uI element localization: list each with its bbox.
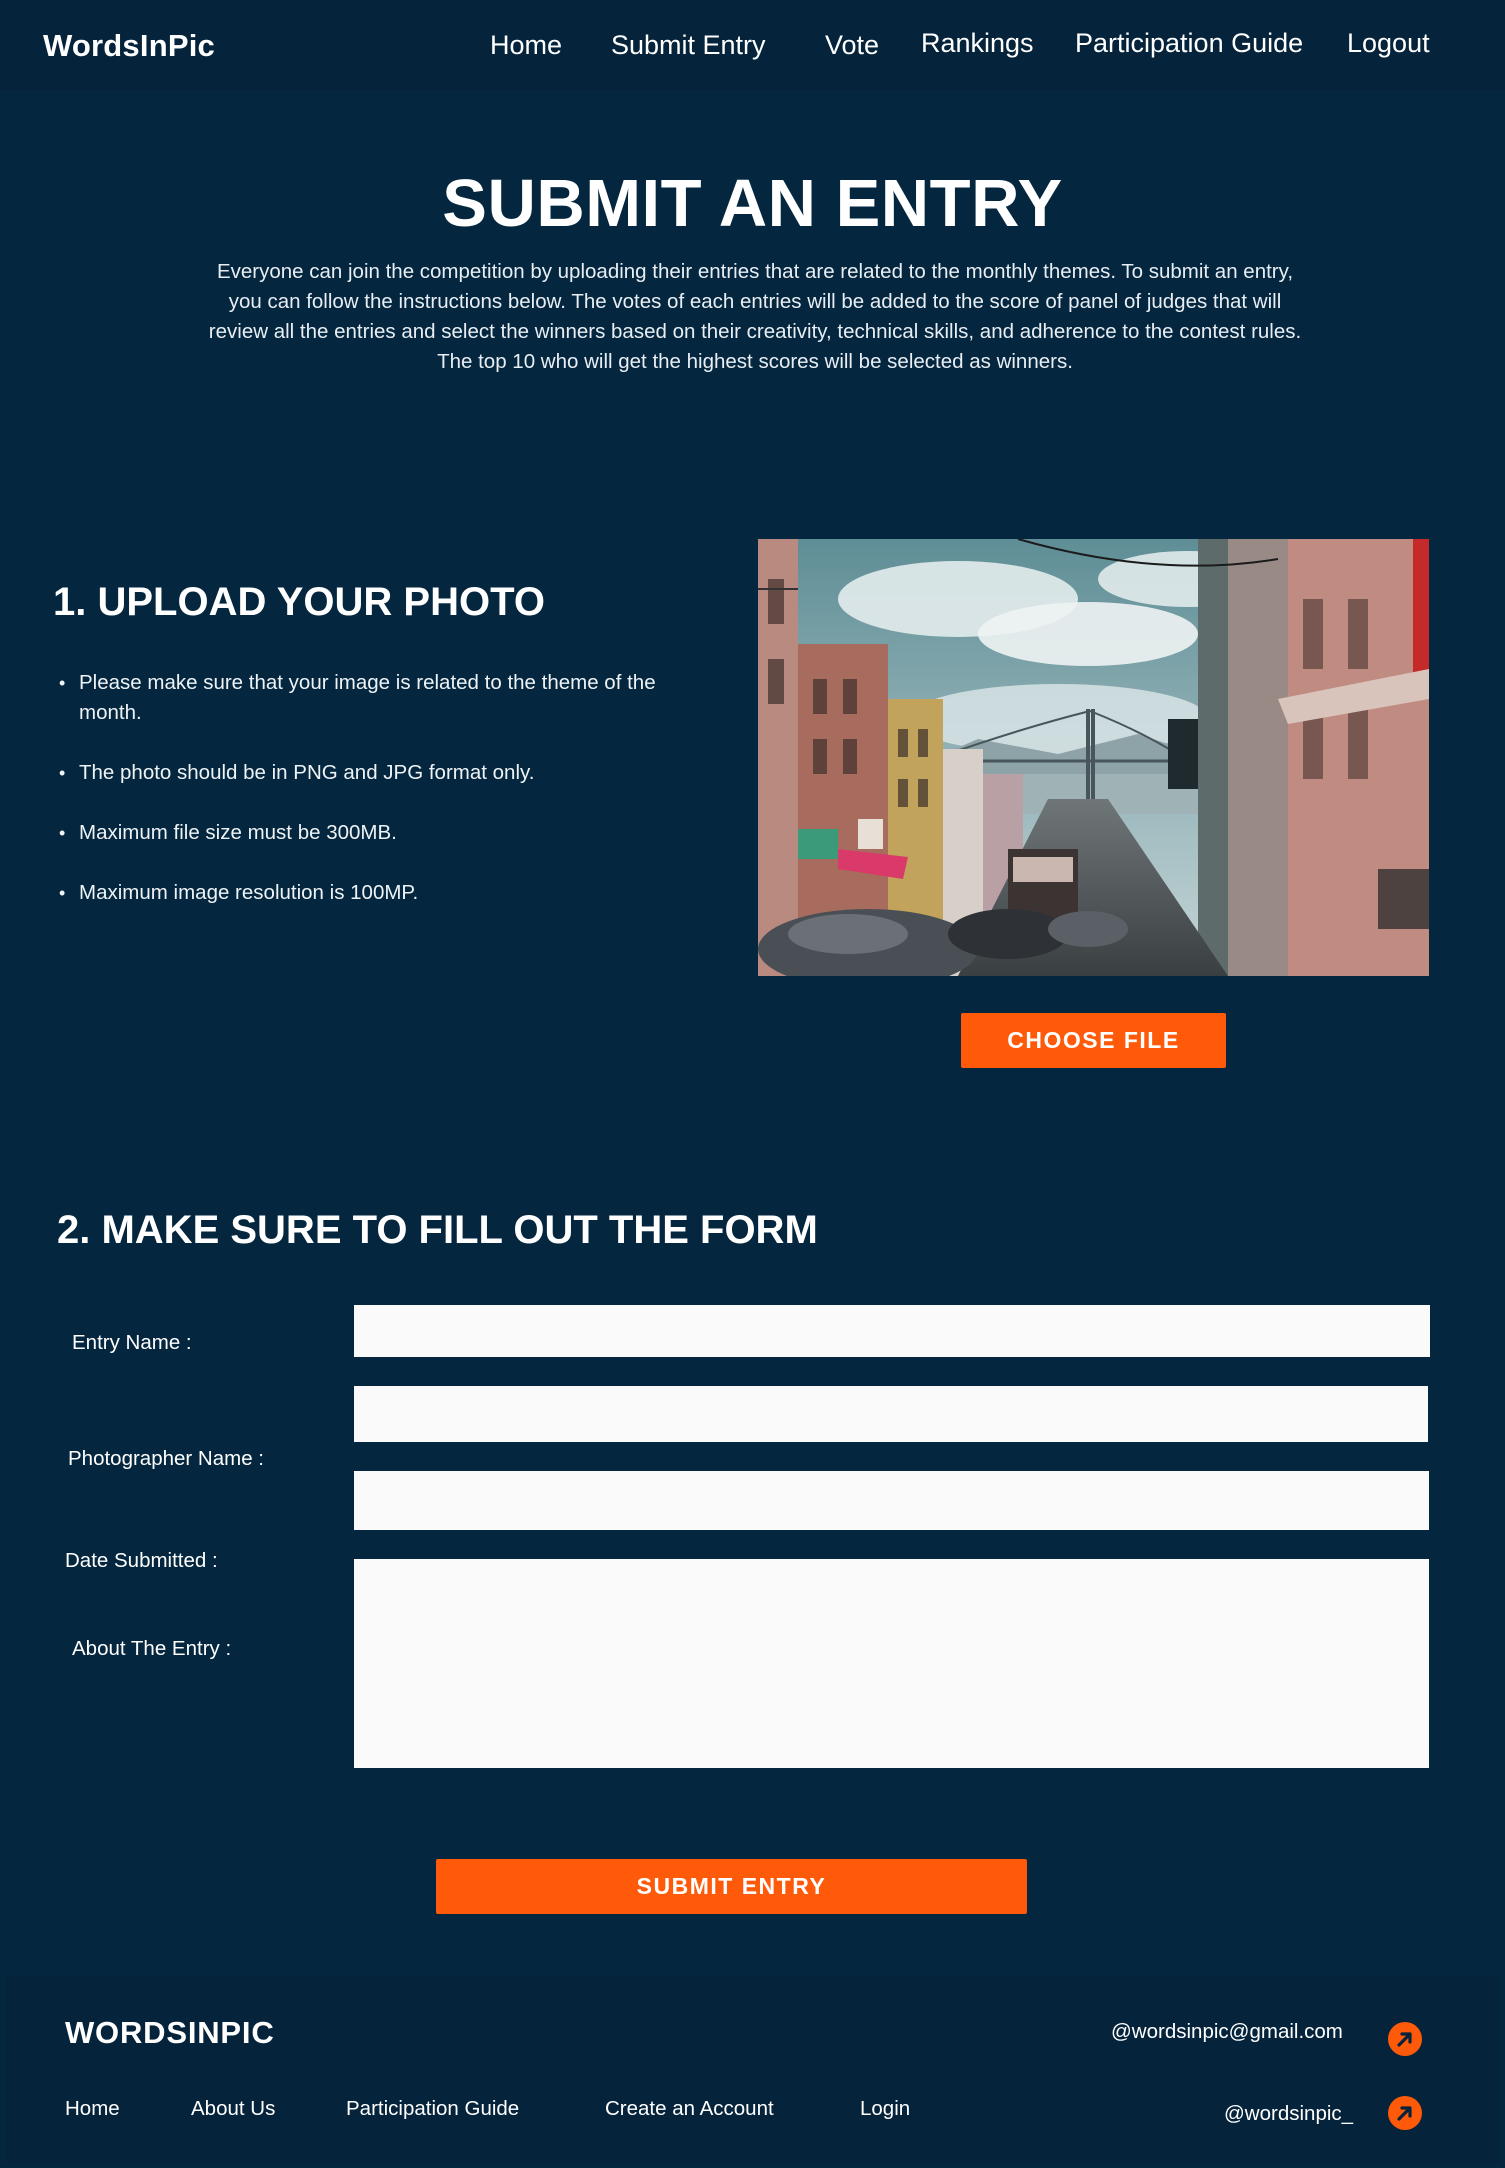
- footer-link-participation-guide[interactable]: Participation Guide: [346, 2097, 519, 2121]
- arrow-up-right-icon[interactable]: [1388, 2022, 1422, 2056]
- nav-link-participation-guide[interactable]: Participation Guide: [1075, 28, 1303, 59]
- photographer-name-input[interactable]: [354, 1386, 1428, 1442]
- footer-brand: WORDSINPIC: [65, 2015, 275, 2050]
- submit-entry-button[interactable]: SUBMIT ENTRY: [436, 1859, 1027, 1914]
- page-description: Everyone can join the competition by upl…: [208, 260, 1302, 373]
- upload-rule: • The photo should be in PNG and JPG form…: [56, 758, 696, 788]
- street-photo-illustration: [758, 539, 1429, 976]
- bullet-icon: •: [59, 883, 66, 903]
- brand-logo[interactable]: WordsInPic: [43, 28, 215, 64]
- footer-link-about-us[interactable]: About Us: [191, 2097, 275, 2121]
- nav-link-vote[interactable]: Vote: [825, 30, 879, 61]
- photo-preview: [758, 539, 1429, 976]
- upload-rule: • Please make sure that your image is rel…: [56, 668, 696, 728]
- bullet-icon: •: [59, 823, 66, 843]
- date-submitted-label: Date Submitted :: [65, 1549, 218, 1572]
- arrow-up-right-icon[interactable]: [1388, 2096, 1422, 2130]
- page-title: SUBMIT AN ENTRY: [442, 166, 1063, 241]
- nav-link-submit-entry[interactable]: Submit Entry: [611, 30, 766, 61]
- upload-rules-list: • Please make sure that your image is rel…: [56, 668, 696, 938]
- footer-email[interactable]: @wordsinpic@gmail.com: [1111, 2020, 1343, 2044]
- nav-link-home[interactable]: Home: [490, 30, 562, 61]
- upload-rule-text: Maximum image resolution is 100MP.: [79, 881, 419, 904]
- entry-name-input[interactable]: [354, 1305, 1430, 1357]
- nav-link-logout[interactable]: Logout: [1347, 28, 1430, 59]
- bullet-icon: •: [59, 673, 66, 693]
- photographer-name-label: Photographer Name :: [68, 1447, 265, 1470]
- date-submitted-input[interactable]: [354, 1471, 1429, 1530]
- footer-link-login[interactable]: Login: [860, 2097, 910, 2121]
- footer: WORDSINPIC Home About Us Participation G…: [5, 1975, 1500, 2163]
- navbar: WordsInPic Home Submit Entry Vote Rankin…: [0, 0, 1505, 90]
- upload-section-title: 1. UPLOAD YOUR PHOTO: [53, 580, 545, 624]
- upload-rule: • Maximum image resolution is 100MP.: [56, 878, 696, 908]
- about-entry-textarea[interactable]: [354, 1559, 1429, 1768]
- bullet-icon: •: [59, 763, 66, 783]
- upload-rule-text: Please make sure that your image is rela…: [79, 671, 656, 724]
- entry-name-label: Entry Name :: [72, 1331, 192, 1354]
- form-section-title: 2. MAKE SURE TO FILL OUT THE FORM: [57, 1208, 818, 1252]
- footer-link-home[interactable]: Home: [65, 2097, 120, 2121]
- upload-rule-text: The photo should be in PNG and JPG forma…: [79, 761, 535, 784]
- choose-file-button[interactable]: CHOOSE FILE: [961, 1013, 1226, 1068]
- upload-rule: • Maximum file size must be 300MB.: [56, 818, 696, 848]
- footer-social-handle[interactable]: @wordsinpic_: [1224, 2102, 1353, 2126]
- upload-rule-text: Maximum file size must be 300MB.: [79, 821, 397, 844]
- nav-link-rankings[interactable]: Rankings: [921, 28, 1034, 59]
- about-entry-label: About The Entry :: [72, 1637, 232, 1660]
- footer-link-create-account[interactable]: Create an Account: [605, 2097, 774, 2121]
